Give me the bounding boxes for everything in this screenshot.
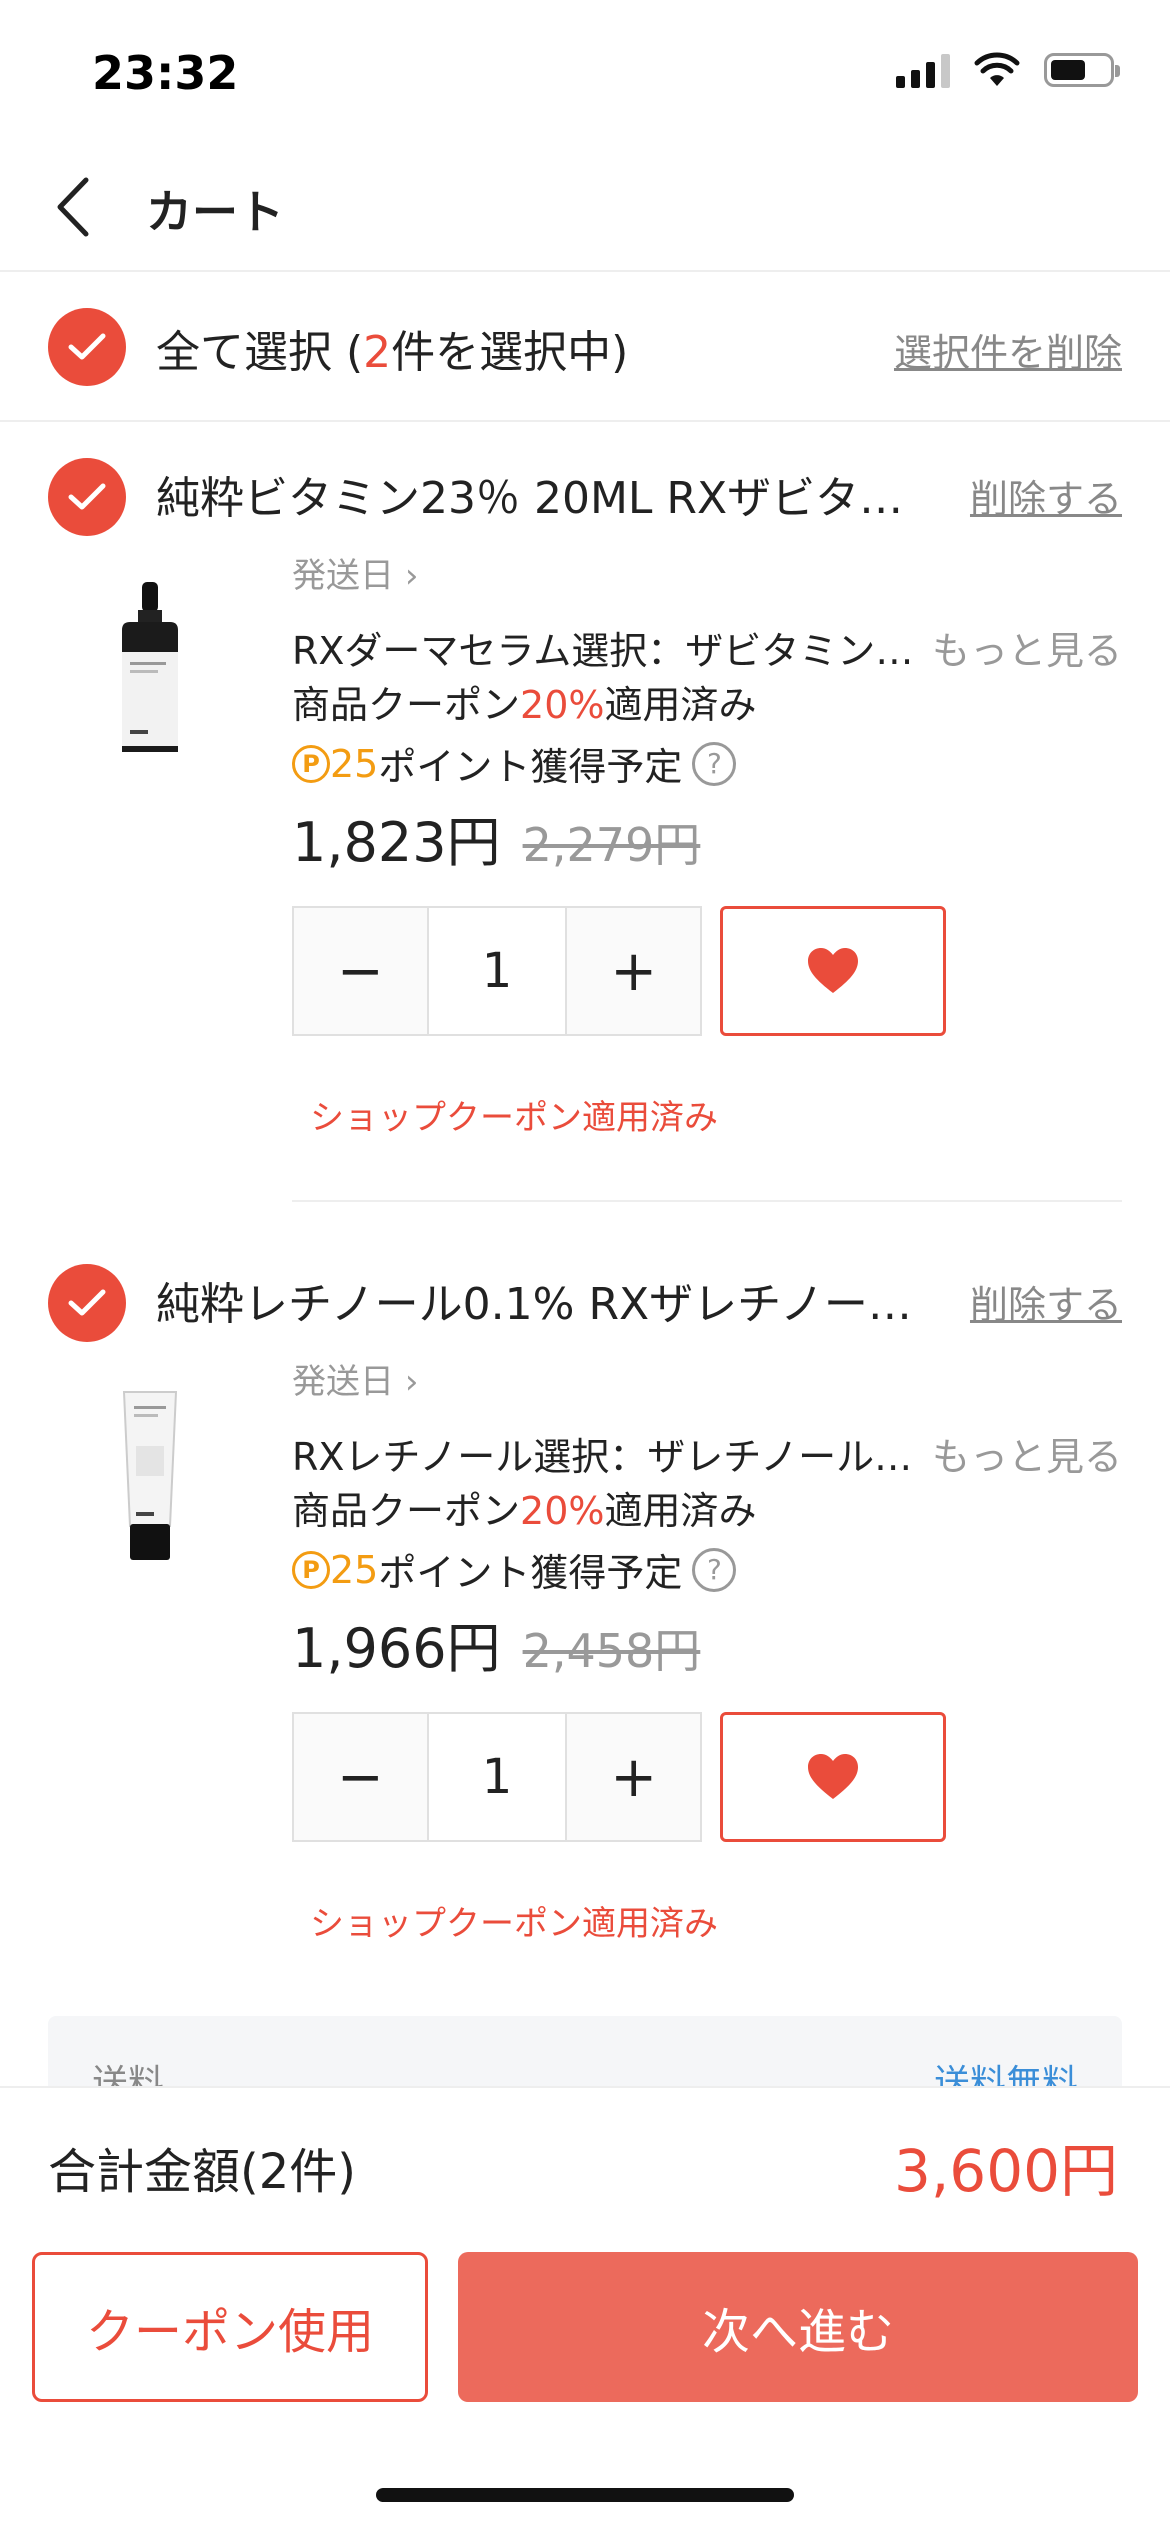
points-icon: P bbox=[292, 1550, 330, 1589]
ship-date-link[interactable]: 発送日 › bbox=[292, 548, 418, 597]
wifi-icon bbox=[974, 52, 1020, 86]
help-icon[interactable]: ? bbox=[692, 1547, 737, 1592]
next-step-button[interactable]: 次へ進む bbox=[458, 2252, 1138, 2402]
checkmark-icon bbox=[68, 483, 106, 510]
shop-coupon-applied: ショップクーポン適用済み bbox=[310, 1904, 718, 1944]
sale-price: 1,823円 bbox=[292, 811, 501, 874]
page-title: カート bbox=[146, 185, 284, 239]
shop-coupon-applied: ショップクーポン適用済み bbox=[310, 1098, 718, 1138]
back-arrow-icon[interactable] bbox=[46, 172, 106, 242]
points-line: P 25 ポイント獲得予定 ? bbox=[292, 736, 737, 791]
header: カート bbox=[0, 140, 1170, 272]
chevron-right-icon: › bbox=[404, 1362, 419, 1402]
select-all-row: 全て選択 (2件を選択中) 選択件を削除 bbox=[0, 272, 1170, 422]
status-time: 23:32 bbox=[92, 46, 239, 100]
checkout-footer: 合計金額(2件) 3,600円 クーポン使用 次へ進む bbox=[0, 2086, 1170, 2532]
use-coupon-button[interactable]: クーポン使用 bbox=[32, 2252, 428, 2402]
total-price: 3,600円 bbox=[893, 2137, 1118, 2205]
cart-item: 純粋ビタミン23％ 20ML RXザビタミンC23セラム 削除する 発送日 › … bbox=[0, 430, 1170, 1210]
checkmark-icon bbox=[68, 333, 106, 360]
coupon-applied: 商品クーポン20%適用済み bbox=[292, 1489, 757, 1533]
item-checkbox[interactable] bbox=[48, 1264, 126, 1342]
price-line: 1,823円 2,279円 bbox=[292, 798, 700, 877]
quantity-stepper: − 1 + bbox=[292, 906, 702, 1036]
points-line: P 25 ポイント獲得予定 ? bbox=[292, 1542, 737, 1597]
coupon-applied: 商品クーポン20%適用済み bbox=[292, 683, 757, 727]
option-text: RXレチノール選択：ザレチノール0.1クリーム bbox=[292, 1435, 924, 1479]
quantity-value: 1 bbox=[426, 908, 568, 1034]
checkmark-icon bbox=[68, 1289, 106, 1316]
option-text: RXダーマセラム選択：ザビタミンC23セラム bbox=[292, 629, 924, 673]
points-icon: P bbox=[292, 744, 330, 783]
increase-quantity-button[interactable]: + bbox=[567, 1714, 700, 1840]
delete-item-link[interactable]: 削除する bbox=[970, 1274, 1122, 1329]
total-label: 合計金額(2件) bbox=[48, 2144, 356, 2200]
item-title[interactable]: 純粋ビタミン23％ 20ML RXザビタミンC23セラム bbox=[156, 462, 946, 526]
option-line: RXレチノール選択：ザレチノール0.1クリーム もっと見る bbox=[292, 1426, 1122, 1481]
heart-icon bbox=[808, 1754, 858, 1799]
status-bar: 23:32 bbox=[0, 0, 1170, 140]
select-all-checkbox[interactable] bbox=[48, 308, 126, 386]
status-icons bbox=[896, 52, 1120, 88]
serum-bottle-thumbnail[interactable] bbox=[100, 580, 200, 760]
home-indicator[interactable] bbox=[376, 2488, 794, 2502]
increase-quantity-button[interactable]: + bbox=[567, 908, 700, 1034]
decrease-quantity-button[interactable]: − bbox=[294, 908, 427, 1034]
help-icon[interactable]: ? bbox=[692, 741, 737, 786]
delete-item-link[interactable]: 削除する bbox=[970, 468, 1122, 523]
original-price: 2,458円 bbox=[522, 1624, 701, 1678]
item-title[interactable]: 純粋レチノール0.1% RXザレチノール0.1クリーム bbox=[156, 1268, 946, 1332]
more-link[interactable]: もっと見る bbox=[932, 1426, 1122, 1481]
wishlist-button[interactable] bbox=[720, 906, 946, 1036]
cart-item: 純粋レチノール0.1% RXザレチノール0.1クリーム 削除する 発送日 › R… bbox=[0, 1236, 1170, 2016]
quantity-value: 1 bbox=[426, 1714, 568, 1840]
decrease-quantity-button[interactable]: − bbox=[294, 1714, 427, 1840]
battery-icon bbox=[1044, 53, 1120, 87]
more-link[interactable]: もっと見る bbox=[932, 620, 1122, 675]
cellular-signal-icon bbox=[896, 52, 950, 88]
price-line: 1,966円 2,458円 bbox=[292, 1604, 700, 1683]
sale-price: 1,966円 bbox=[292, 1617, 501, 1680]
option-line: RXダーマセラム選択：ザビタミンC23セラム もっと見る bbox=[292, 620, 1122, 675]
quantity-stepper: − 1 + bbox=[292, 1712, 702, 1842]
heart-icon bbox=[808, 948, 858, 993]
chevron-right-icon: › bbox=[404, 556, 419, 596]
ship-date-link[interactable]: 発送日 › bbox=[292, 1354, 418, 1403]
delete-selected-link[interactable]: 選択件を削除 bbox=[894, 322, 1122, 377]
item-divider bbox=[292, 1200, 1122, 1202]
item-checkbox[interactable] bbox=[48, 458, 126, 536]
select-all-label: 全て選択 (2件を選択中) bbox=[156, 327, 629, 378]
cream-tube-thumbnail[interactable] bbox=[100, 1386, 200, 1566]
wishlist-button[interactable] bbox=[720, 1712, 946, 1842]
original-price: 2,279円 bbox=[522, 818, 701, 872]
